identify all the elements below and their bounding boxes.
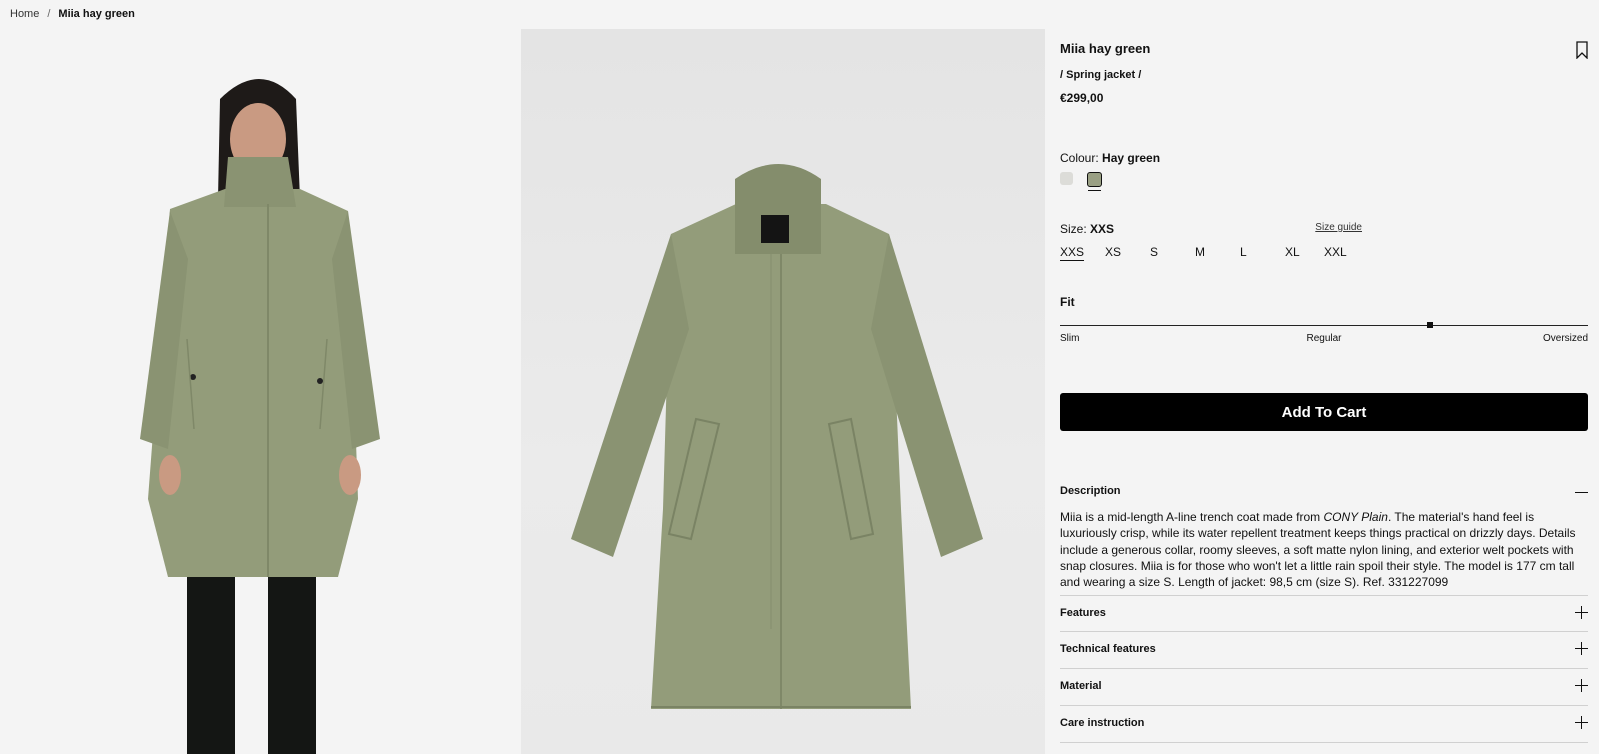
size-option-xxl[interactable]: XXL — [1324, 245, 1354, 259]
model-wearing-coat-illustration — [140, 79, 380, 754]
breadcrumb: Home / Miia hay green — [10, 8, 135, 20]
breadcrumb-home-link[interactable]: Home — [10, 8, 39, 20]
accordion-technical-features[interactable]: Technical features — [1060, 631, 1588, 668]
accordion-label: Features — [1060, 607, 1106, 619]
accordion-label: Material — [1060, 680, 1102, 692]
size-value: XXS — [1090, 222, 1115, 236]
accordion-features[interactable]: Features — [1060, 595, 1588, 632]
size-selector-label: Size: XXS Size guide — [1060, 222, 1362, 236]
breadcrumb-current: Miia hay green — [58, 8, 135, 20]
description-header[interactable]: Description — [1060, 485, 1588, 501]
description-text: Miia is a mid-length A-line trench coat … — [1060, 510, 1576, 590]
product-price: €299,00 — [1060, 91, 1104, 105]
colour-swatches — [1060, 172, 1102, 191]
product-image-model[interactable] — [0, 29, 521, 754]
accordion-care-instruction[interactable]: Care instruction — [1060, 705, 1588, 742]
fit-label-slim: Slim — [1060, 333, 1080, 344]
swatch-light-grey[interactable] — [1060, 172, 1073, 185]
fit-title: Fit — [1060, 295, 1075, 309]
fit-label-regular: Regular — [1306, 333, 1342, 344]
product-title: Miia hay green — [1060, 41, 1151, 56]
expand-plus-icon[interactable] — [1575, 679, 1588, 692]
collapse-minus-icon[interactable] — [1575, 492, 1588, 493]
swatch-hay-green[interactable] — [1087, 172, 1102, 191]
accordion-divider — [1060, 742, 1588, 743]
size-option-xl[interactable]: XL — [1285, 245, 1324, 259]
accordion-material[interactable]: Material — [1060, 668, 1588, 705]
size-option-xxs[interactable]: XXS — [1060, 245, 1105, 259]
add-to-cart-button[interactable]: Add To Cart — [1060, 393, 1588, 431]
fit-scale — [1060, 322, 1588, 328]
size-option-l[interactable]: L — [1240, 245, 1285, 259]
size-option-m[interactable]: M — [1195, 245, 1240, 259]
accordion-label: Care instruction — [1060, 717, 1145, 729]
product-info-panel: Miia hay green / Spring jacket / €299,00… — [1060, 29, 1589, 754]
colour-selector-label: Colour: Hay green — [1060, 151, 1160, 165]
fit-label-oversized: Oversized — [1542, 333, 1588, 344]
size-options: XXS XS S M L XL XXL — [1060, 245, 1354, 259]
expand-plus-icon[interactable] — [1575, 642, 1588, 655]
size-guide-link[interactable]: Size guide — [1315, 222, 1362, 233]
flatlay-coat-illustration — [571, 164, 983, 709]
colour-label: Colour: — [1060, 151, 1099, 165]
product-category: / Spring jacket / — [1060, 69, 1142, 81]
description-heading: Description — [1060, 485, 1121, 497]
expand-plus-icon[interactable] — [1575, 606, 1588, 619]
accordion-label: Technical features — [1060, 643, 1156, 655]
expand-plus-icon[interactable] — [1575, 716, 1588, 729]
bookmark-icon[interactable] — [1575, 41, 1589, 60]
fit-marker — [1426, 322, 1433, 328]
material-name: CONY Plain — [1323, 510, 1388, 524]
size-option-s[interactable]: S — [1150, 245, 1195, 259]
size-option-xs[interactable]: XS — [1105, 245, 1150, 259]
size-label: Size: — [1060, 222, 1087, 236]
colour-value: Hay green — [1102, 151, 1161, 165]
product-image-flatlay[interactable] — [521, 29, 1045, 754]
breadcrumb-separator: / — [47, 8, 51, 20]
